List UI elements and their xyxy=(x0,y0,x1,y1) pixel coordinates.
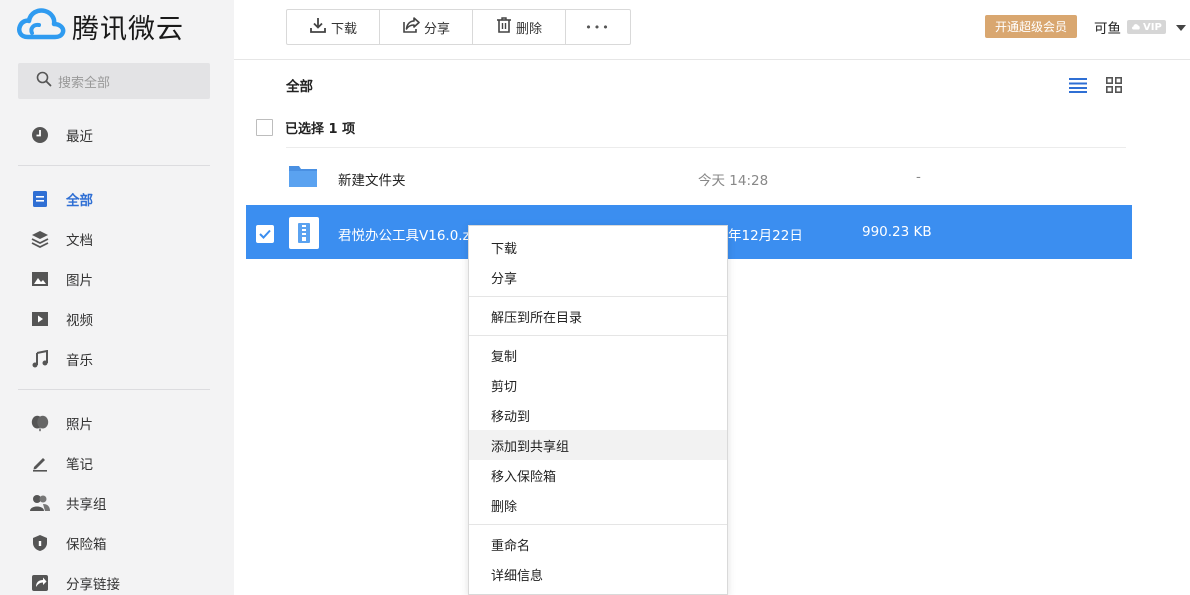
layers-icon xyxy=(30,229,50,249)
row-divider xyxy=(286,147,1126,148)
share-link-icon xyxy=(30,573,50,593)
breadcrumb: 全部 xyxy=(286,79,313,95)
menu-item-move-to[interactable]: 移动到 xyxy=(469,400,727,430)
shield-icon xyxy=(30,533,50,553)
vip-badge: VIP xyxy=(1127,20,1166,34)
user-menu[interactable]: 可鱼 VIP xyxy=(1094,17,1186,37)
clock-icon xyxy=(30,125,50,145)
file-name: 君悦办公工具V16.0.z xyxy=(338,228,470,244)
folder-icon xyxy=(288,161,320,193)
sidebar-divider xyxy=(18,165,210,166)
all-files-icon xyxy=(30,189,50,209)
grid-view-icon[interactable] xyxy=(1106,77,1123,97)
share-button[interactable]: 分享 xyxy=(380,10,473,44)
sidebar-item-share-groups[interactable]: 共享组 xyxy=(30,491,107,515)
delete-label: 删除 xyxy=(515,21,542,37)
vip-badge-label: VIP xyxy=(1143,21,1162,33)
sidebar-item-label: 保险箱 xyxy=(66,537,107,553)
download-label: 下载 xyxy=(330,21,357,37)
file-row-folder[interactable]: 新建文件夹 今天 14:28 - xyxy=(246,150,1132,204)
context-menu: 下载 分享 解压到所在目录 复制 剪切 移动到 添加到共享组 移入保险箱 删除 … xyxy=(468,225,728,595)
app-window: 腾讯微云 搜索全部 最近 全部 文档 图片 视频 音乐 照片 笔记 共享组 保险… xyxy=(0,0,1190,595)
brand-name: 腾讯微云 xyxy=(72,13,184,45)
chevron-down-icon xyxy=(1175,19,1186,35)
header-divider xyxy=(234,59,1190,60)
sidebar-item-recent[interactable]: 最近 xyxy=(30,123,93,147)
video-icon xyxy=(30,309,50,329)
vip-upgrade-button[interactable]: 开通超级会员 xyxy=(985,15,1077,38)
sidebar-item-vault[interactable]: 保险箱 xyxy=(30,531,107,555)
sidebar-item-music[interactable]: 音乐 xyxy=(30,347,93,371)
menu-item-extract-here[interactable]: 解压到所在目录 xyxy=(469,301,727,331)
sidebar-item-photos[interactable]: 照片 xyxy=(30,411,93,435)
download-icon xyxy=(309,17,331,37)
menu-item-add-to-share-group[interactable]: 添加到共享组 xyxy=(469,430,727,460)
logo[interactable]: 腾讯微云 xyxy=(16,6,184,46)
cloud-badge-icon xyxy=(1131,22,1141,33)
file-date: 年12月22日 xyxy=(728,228,803,244)
sidebar-item-label: 图片 xyxy=(66,273,93,289)
select-all-checkbox[interactable] xyxy=(256,119,273,136)
menu-item-share[interactable]: 分享 xyxy=(469,262,727,292)
search-icon xyxy=(36,71,52,91)
sidebar-item-label: 分享链接 xyxy=(66,577,120,593)
sidebar-item-label: 视频 xyxy=(66,313,93,329)
sidebar-divider xyxy=(18,389,210,390)
menu-item-download[interactable]: 下载 xyxy=(469,232,727,262)
sidebar-item-videos[interactable]: 视频 xyxy=(30,307,93,331)
row-checkbox[interactable] xyxy=(256,225,274,243)
menu-item-move-to-vault[interactable]: 移入保险箱 xyxy=(469,460,727,490)
sidebar-item-label: 文档 xyxy=(66,233,93,249)
file-toolbar: 下载 分享 删除 ••• xyxy=(286,9,631,45)
sidebar-item-docs[interactable]: 文档 xyxy=(30,227,93,251)
menu-item-delete[interactable]: 删除 xyxy=(469,490,727,520)
image-icon xyxy=(30,269,50,289)
menu-item-copy[interactable]: 复制 xyxy=(469,340,727,370)
menu-separator xyxy=(469,524,727,525)
menu-separator xyxy=(469,296,727,297)
sidebar-item-all[interactable]: 全部 xyxy=(30,187,93,211)
zip-file-icon xyxy=(288,216,320,249)
file-size: 990.23 KB xyxy=(862,224,932,240)
trash-icon xyxy=(496,17,516,37)
sidebar-item-label: 笔记 xyxy=(66,457,93,473)
delete-button[interactable]: 删除 xyxy=(473,10,566,44)
file-size: - xyxy=(916,169,921,185)
share-icon xyxy=(402,17,424,37)
more-label: ••• xyxy=(585,20,611,34)
search-placeholder: 搜索全部 xyxy=(58,75,111,91)
username: 可鱼 xyxy=(1094,21,1121,37)
sidebar-item-label: 音乐 xyxy=(66,353,93,369)
selection-count: 已选择 1 项 xyxy=(285,122,356,137)
sidebar-item-label: 共享组 xyxy=(66,497,107,513)
pen-icon xyxy=(30,453,50,473)
sidebar-item-notes[interactable]: 笔记 xyxy=(30,451,93,475)
menu-item-details[interactable]: 详细信息 xyxy=(469,559,727,589)
more-button[interactable]: ••• xyxy=(566,10,630,44)
file-name: 新建文件夹 xyxy=(338,173,406,189)
sidebar-item-label: 全部 xyxy=(66,193,93,209)
users-icon xyxy=(30,493,50,513)
sidebar-item-images[interactable]: 图片 xyxy=(30,267,93,291)
menu-item-rename[interactable]: 重命名 xyxy=(469,529,727,559)
file-date: 今天 14:28 xyxy=(698,173,769,189)
share-label: 分享 xyxy=(423,21,450,37)
sidebar-item-label: 最近 xyxy=(66,129,93,145)
balloon-icon xyxy=(30,413,50,433)
download-button[interactable]: 下载 xyxy=(287,10,380,44)
list-view-icon[interactable] xyxy=(1069,77,1087,97)
cloud-logo-icon xyxy=(16,7,66,45)
search-input[interactable]: 搜索全部 xyxy=(18,63,210,99)
sidebar-item-share-links[interactable]: 分享链接 xyxy=(30,571,120,595)
sidebar-item-label: 照片 xyxy=(66,417,93,433)
selection-bar: 已选择 1 项 xyxy=(256,118,355,137)
menu-separator xyxy=(469,335,727,336)
menu-item-cut[interactable]: 剪切 xyxy=(469,370,727,400)
music-icon xyxy=(30,349,50,369)
sidebar: 腾讯微云 搜索全部 最近 全部 文档 图片 视频 音乐 照片 笔记 共享组 保险… xyxy=(0,0,234,595)
